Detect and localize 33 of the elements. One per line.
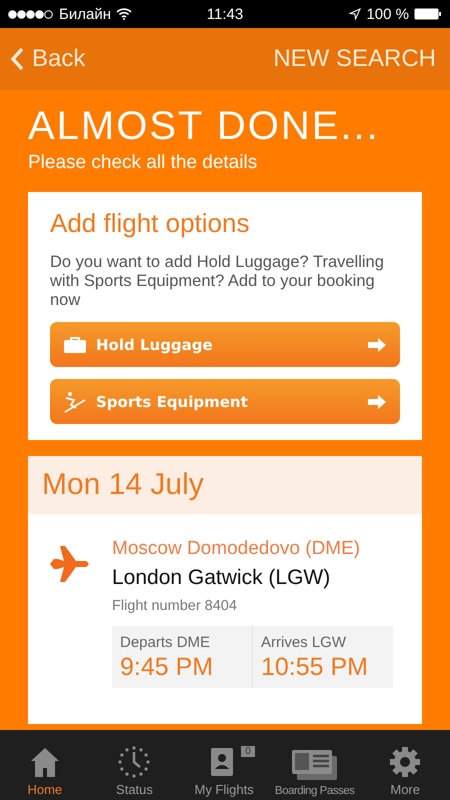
origin-airport: Moscow Domodedovo (DME) (112, 538, 362, 560)
wifi-icon (116, 8, 132, 20)
page-title: ALMOST DONE... (28, 104, 381, 148)
battery-percent: 100 % (366, 6, 409, 22)
flight-time: 10:55 PM (261, 653, 370, 682)
flight-date: Mon 14 July (28, 456, 422, 514)
boarding-pass-icon (290, 748, 339, 782)
battery-icon (414, 8, 442, 20)
tab-item[interactable]: Status (90, 730, 180, 800)
page-subtitle: Please check all the details (28, 152, 258, 174)
tab-item[interactable]: Home (0, 730, 90, 800)
skier-icon (64, 390, 86, 412)
tab-item[interactable]: Boarding Passes (268, 730, 360, 800)
suitcase-icon (64, 336, 86, 352)
tab-item[interactable]: My Flights 0 (179, 730, 269, 800)
settings-icon (388, 745, 422, 779)
tab-item[interactable]: More (360, 730, 450, 800)
chevron-left-icon (10, 47, 24, 71)
signal-icon (8, 10, 54, 18)
count-badge: 0 (241, 746, 255, 757)
arrow-icon (368, 394, 386, 408)
location-icon (349, 8, 362, 20)
time-label: Departs DME (120, 634, 212, 651)
arrow-icon (368, 338, 386, 352)
card-text: Do you want to add Hold Luggage? Travelling with Sports Equipment? Add to your booking now (50, 253, 385, 310)
destination-airport: London Gatwick (LGW) (112, 566, 332, 590)
flight-time: 9:45 PM (120, 653, 214, 682)
carrier-name: Билайн (59, 6, 111, 22)
card-title: Add flight options (50, 208, 250, 239)
clock-icon (117, 745, 152, 779)
clock-time: 11:43 (206, 6, 244, 22)
time-label: Arrives LGW (261, 634, 348, 651)
flight-number: Flight number 8404 (112, 598, 238, 614)
